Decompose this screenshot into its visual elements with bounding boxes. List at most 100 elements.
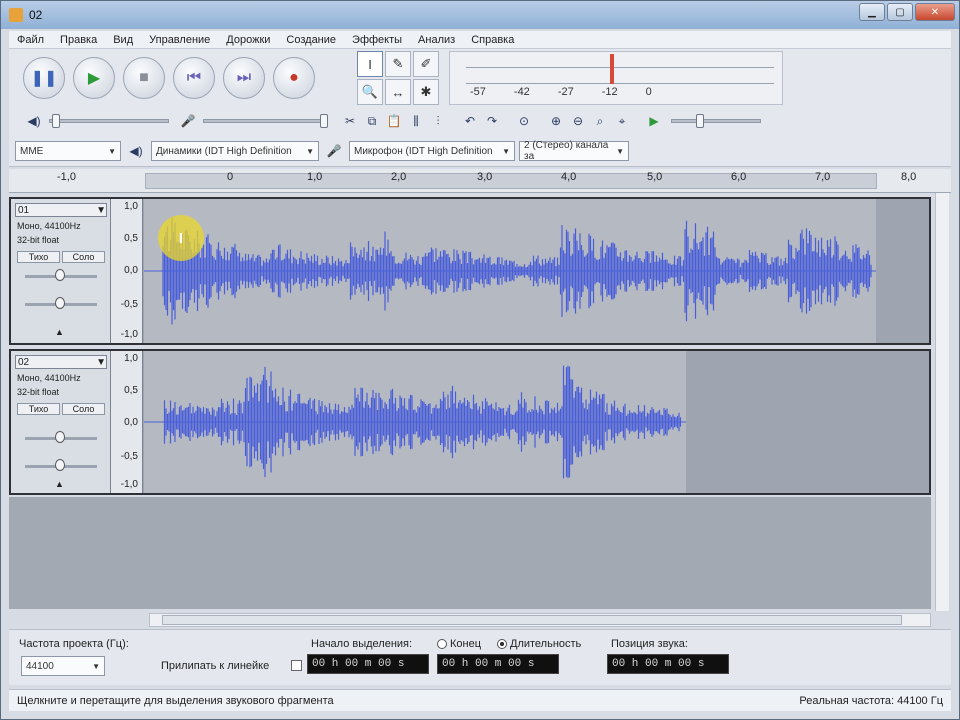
cut-icon[interactable]: ✂ xyxy=(339,110,361,132)
output-device-select[interactable]: Динамики (IDT High Definition ▼ xyxy=(151,141,319,161)
skip-to-end-button[interactable]: ⏭ xyxy=(223,57,265,99)
menu-generate[interactable]: Создание xyxy=(286,34,336,46)
copy-icon[interactable]: ⧉ xyxy=(361,110,383,132)
play-at-speed-icon[interactable]: ▶ xyxy=(643,110,665,132)
waveform-area[interactable] xyxy=(144,199,929,343)
zoom-tool-icon[interactable]: 🔍 xyxy=(357,79,383,105)
selection-start-label: Начало выделения: xyxy=(311,638,413,650)
mute-button[interactable]: Тихо xyxy=(17,403,60,415)
scale-label: -1,0 xyxy=(120,329,138,340)
empty-track-area[interactable] xyxy=(9,497,931,609)
horizontal-scrollbar[interactable] xyxy=(149,613,931,627)
vertical-scrollbar[interactable] xyxy=(935,193,949,611)
scale-label: 0,0 xyxy=(124,417,138,428)
chevron-down-icon: ▼ xyxy=(108,146,116,156)
collapse-icon[interactable]: ▲ xyxy=(55,327,64,337)
silence-icon[interactable]: ⫶ xyxy=(427,110,449,132)
fit-project-icon[interactable]: ⌖ xyxy=(611,110,633,132)
pan-knob[interactable] xyxy=(55,459,65,471)
vertical-scale[interactable]: 1,0 0,5 0,0 -0,5 -1,0 xyxy=(111,351,143,493)
record-button[interactable]: ● xyxy=(273,57,315,99)
waveform[interactable] xyxy=(144,351,929,493)
scale-label: -0,5 xyxy=(120,299,138,310)
paste-icon[interactable]: 📋 xyxy=(383,110,405,132)
stop-button[interactable]: ■ xyxy=(123,57,165,99)
menu-help[interactable]: Справка xyxy=(471,34,514,46)
timeshift-tool-icon[interactable]: ↔ xyxy=(385,79,411,105)
waveform-area[interactable] xyxy=(144,351,929,493)
snap-to-label: Прилипать к линейке xyxy=(161,660,270,672)
sync-lock-icon[interactable]: ⊙ xyxy=(513,110,535,132)
pan-knob[interactable] xyxy=(55,297,65,309)
snap-to-checkbox[interactable] xyxy=(291,660,302,671)
zoom-in-icon[interactable]: ⊕ xyxy=(545,110,567,132)
end-radio-option[interactable]: Конец xyxy=(437,638,481,650)
gain-knob[interactable] xyxy=(55,431,65,443)
menu-edit[interactable]: Правка xyxy=(60,34,97,46)
quick-play-region[interactable] xyxy=(145,173,877,189)
minimize-button[interactable]: ▁ xyxy=(859,3,885,21)
skip-to-start-button[interactable]: ⏮ xyxy=(173,57,215,99)
playback-meter[interactable] xyxy=(466,54,774,68)
chevron-down-icon: ▼ xyxy=(502,146,510,156)
timeline-ruler[interactable]: -1,0 0 1,0 2,0 3,0 4,0 5,0 6,0 7,0 8,0 xyxy=(9,169,951,193)
audio-host-select[interactable]: MME ▼ xyxy=(15,141,121,161)
audio-track-1[interactable]: 01 ▼ Моно, 44100Hz 32-bit float Тихо Соло… xyxy=(9,197,931,345)
gain-knob[interactable] xyxy=(55,269,65,281)
chevron-down-icon: ▼ xyxy=(96,356,106,368)
end-radio[interactable] xyxy=(437,639,447,650)
meter-tick: -57 xyxy=(470,86,486,98)
fit-selection-icon[interactable]: ⌕ xyxy=(589,110,611,132)
maximize-button[interactable]: ▢ xyxy=(887,3,913,21)
slider-knob[interactable] xyxy=(320,114,328,128)
draw-tool-icon[interactable]: ✐ xyxy=(413,51,439,77)
input-channels-select[interactable]: 2 (Стерео) канала за ▼ xyxy=(519,140,629,162)
record-meter[interactable] xyxy=(466,70,774,84)
meter-tick: -27 xyxy=(557,86,574,98)
vertical-scale[interactable]: 1,0 0,5 0,0 -0,5 -1,0 xyxy=(111,199,143,343)
menu-analyze[interactable]: Анализ xyxy=(418,34,455,46)
mute-button[interactable]: Тихо xyxy=(17,251,60,263)
playback-volume-slider[interactable] xyxy=(49,114,169,128)
menu-tracks[interactable]: Дорожки xyxy=(226,34,270,46)
slider-knob[interactable] xyxy=(52,114,60,128)
multi-tool-icon[interactable]: ✱ xyxy=(413,79,439,105)
chevron-down-icon: ▼ xyxy=(92,661,100,671)
menu-effects[interactable]: Эффекты xyxy=(352,34,402,46)
menu-view[interactable]: Вид xyxy=(113,34,133,46)
solo-button[interactable]: Соло xyxy=(62,251,105,263)
selection-length-time[interactable]: 00 h 00 m 00 s xyxy=(437,654,559,674)
track-name-menu[interactable]: 01 ▼ xyxy=(15,203,107,217)
zoom-out-icon[interactable]: ⊖ xyxy=(567,110,589,132)
envelope-tool-icon[interactable]: ✎ xyxy=(385,51,411,77)
length-radio[interactable] xyxy=(497,639,507,650)
output-device-value: Динамики (IDT High Definition xyxy=(156,145,292,157)
play-speed-slider[interactable] xyxy=(671,114,761,128)
project-rate-select[interactable]: 44100 ▼ xyxy=(21,656,105,676)
menu-file[interactable]: Файл xyxy=(17,34,44,46)
length-radio-option[interactable]: Длительность xyxy=(497,638,581,650)
record-volume-slider[interactable] xyxy=(203,114,328,128)
trim-icon[interactable]: ⫼ xyxy=(405,110,427,132)
scrollbar-thumb[interactable] xyxy=(162,615,902,625)
undo-icon[interactable]: ↶ xyxy=(459,110,481,132)
audio-track-2[interactable]: 02 ▼ Моно, 44100Hz 32-bit float Тихо Соло… xyxy=(9,349,931,495)
time-value: 00 h 00 m 00 s xyxy=(612,658,705,670)
device-toolbar: MME ▼ ◀) Динамики (IDT High Definition ▼ 🎤… xyxy=(9,139,951,163)
input-device-select[interactable]: Микрофон (IDT High Definition ▼ xyxy=(349,141,515,161)
selection-start-time[interactable]: 00 h 00 m 00 s xyxy=(307,654,429,674)
slider-knob[interactable] xyxy=(696,114,704,128)
close-button[interactable]: ✕ xyxy=(915,3,955,21)
track-name-menu[interactable]: 02 ▼ xyxy=(15,355,107,369)
menu-transport[interactable]: Управление xyxy=(149,34,210,46)
collapse-icon[interactable]: ▲ xyxy=(55,479,64,489)
waveform[interactable] xyxy=(144,199,929,343)
selection-tool-icon[interactable]: I xyxy=(357,51,383,77)
redo-icon[interactable]: ↷ xyxy=(481,110,503,132)
meter-toolbar: -57 -42 -27 -12 0 xyxy=(449,51,783,105)
solo-button[interactable]: Соло xyxy=(62,403,105,415)
audio-position-time[interactable]: 00 h 00 m 00 s xyxy=(607,654,729,674)
play-button[interactable]: ▶ xyxy=(73,57,115,99)
mouse-cursor-highlight: I xyxy=(158,215,204,261)
pause-button[interactable]: ❚❚ xyxy=(23,57,65,99)
